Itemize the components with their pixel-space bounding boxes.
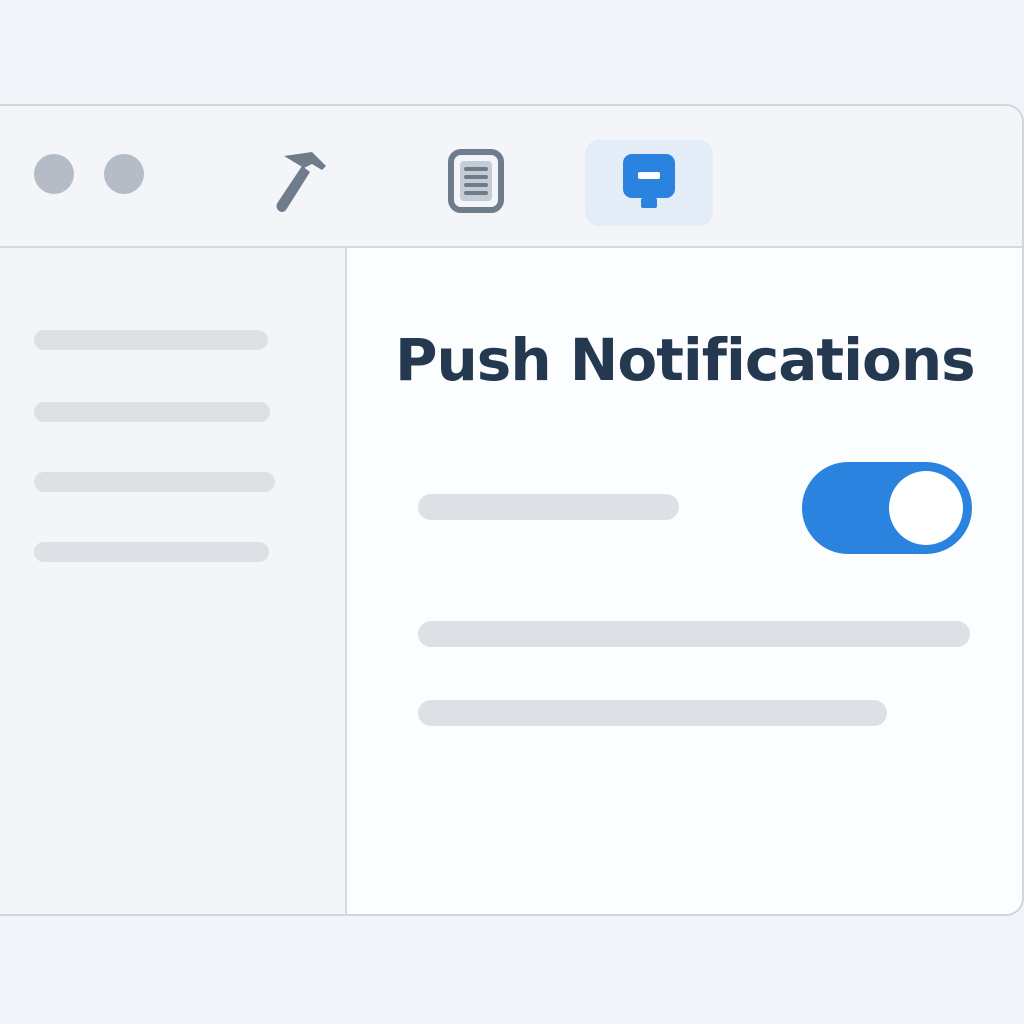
description-line <box>418 621 970 647</box>
window-minimize-button[interactable] <box>104 154 144 194</box>
sidebar-item[interactable] <box>34 542 269 562</box>
page-title: Push Notifications <box>395 326 976 394</box>
window-close-button[interactable] <box>34 154 74 194</box>
tool-document-button[interactable] <box>412 140 540 226</box>
tool-notifications-button[interactable] <box>585 140 713 226</box>
app-window: Push Notifications <box>0 104 1024 916</box>
setting-label <box>418 494 679 520</box>
push-notifications-toggle[interactable] <box>802 462 972 554</box>
sidebar-item[interactable] <box>34 330 268 350</box>
settings-panel: Push Notifications <box>347 248 1022 914</box>
hammer-icon <box>272 146 332 220</box>
toggle-knob <box>889 471 963 545</box>
sidebar <box>0 248 347 914</box>
toolbar <box>0 106 1022 248</box>
document-icon <box>446 148 506 218</box>
sidebar-item[interactable] <box>34 472 275 492</box>
description-line <box>418 700 887 726</box>
notification-icon <box>619 150 679 216</box>
tool-hammer-button[interactable] <box>238 140 366 226</box>
sidebar-item[interactable] <box>34 402 270 422</box>
